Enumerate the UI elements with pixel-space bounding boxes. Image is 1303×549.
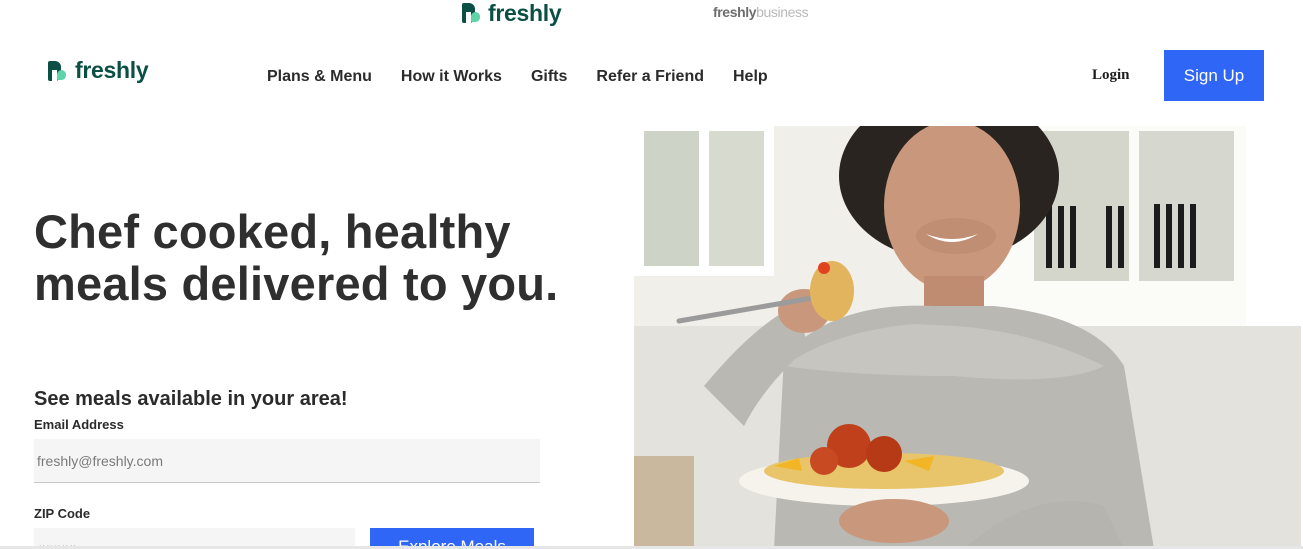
header-logo-text: freshly bbox=[75, 57, 149, 83]
nav-item-refer-a-friend[interactable]: Refer a Friend bbox=[596, 68, 704, 86]
hero-subtitle: See meals available in your area! bbox=[34, 388, 348, 410]
brand-switch-freshly-label: freshly bbox=[488, 0, 562, 26]
nav-item-gifts[interactable]: Gifts bbox=[531, 68, 567, 86]
brand-business-part1: freshly bbox=[713, 4, 757, 20]
brand-switch-business[interactable]: freshlybusiness bbox=[713, 4, 809, 20]
email-field[interactable] bbox=[34, 439, 540, 483]
freshly-logo-icon bbox=[48, 60, 68, 81]
brand-switch-freshly[interactable]: freshly bbox=[462, 0, 562, 26]
nav-item-how-it-works[interactable]: How it Works bbox=[401, 68, 502, 86]
brand-switcher: freshly freshlybusiness bbox=[0, 0, 1303, 28]
nav-item-help[interactable]: Help bbox=[733, 68, 768, 86]
hero-title: Chef cooked, healthy meals delivered to … bbox=[34, 205, 559, 310]
login-link[interactable]: Login bbox=[1092, 66, 1130, 84]
hero-photo bbox=[634, 126, 1301, 549]
zip-label: ZIP Code bbox=[34, 506, 91, 521]
nav-item-plans-menu[interactable]: Plans & Menu bbox=[267, 68, 372, 86]
signup-button[interactable]: Sign Up bbox=[1164, 50, 1264, 101]
header-logo[interactable]: freshly bbox=[48, 57, 149, 83]
main-nav: Plans & Menu How it Works Gifts Refer a … bbox=[267, 68, 768, 86]
brand-business-part2: business bbox=[756, 4, 809, 20]
freshly-logo-icon bbox=[462, 3, 482, 23]
email-label: Email Address bbox=[34, 417, 124, 432]
